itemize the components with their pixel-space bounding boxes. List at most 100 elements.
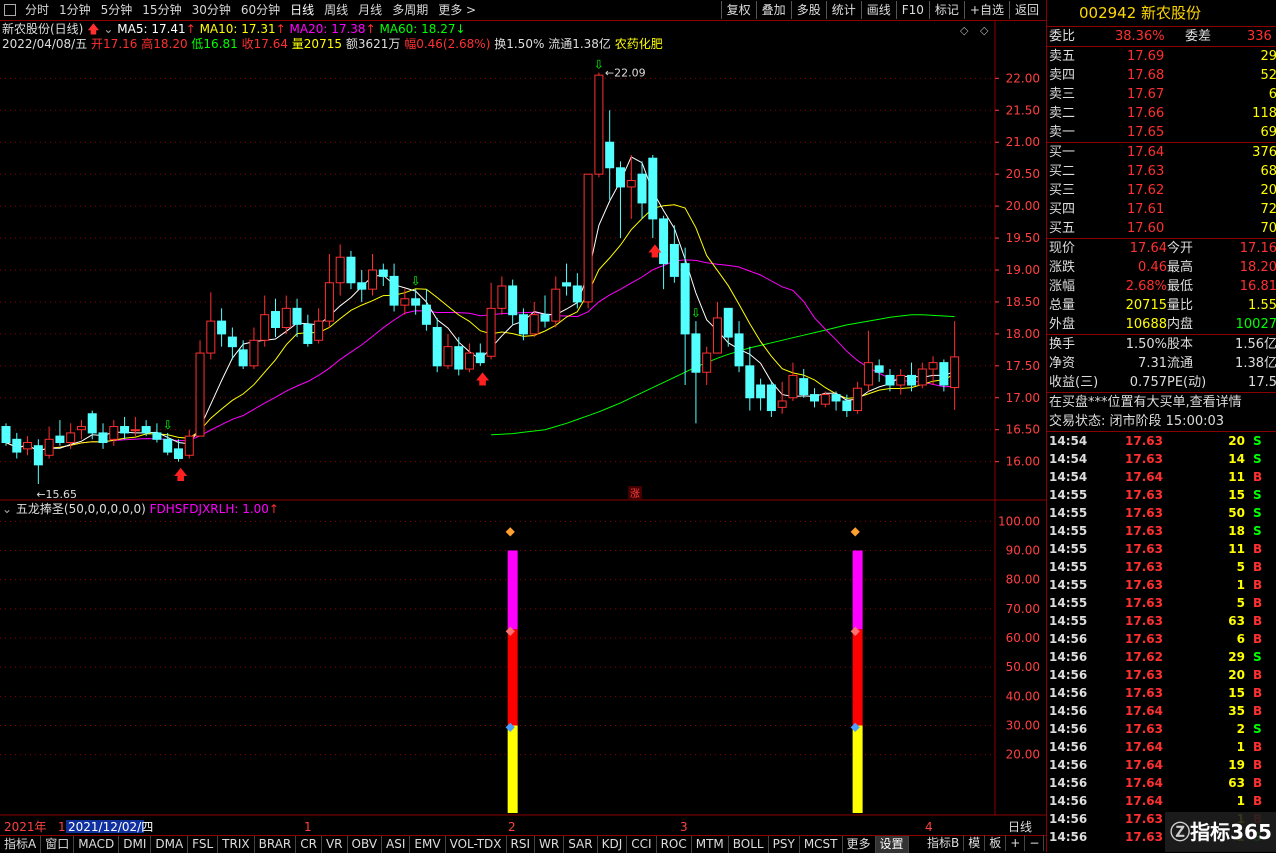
indicator-b-button[interactable]: 模	[964, 835, 986, 851]
candle-body	[810, 394, 819, 402]
level-volume: 118	[1252, 106, 1276, 121]
period-tab[interactable]: 30分钟	[187, 2, 236, 18]
indicator-tab[interactable]: DMI	[119, 836, 152, 853]
indicator-tab[interactable]: EMV	[410, 836, 446, 853]
bid-row[interactable]: 买五 17.60 70	[1047, 219, 1276, 238]
candle-body	[260, 314, 270, 341]
indicator-tab[interactable]: 更多	[843, 836, 876, 853]
indicator-tab[interactable]: MACD	[74, 836, 120, 853]
bid-row[interactable]: 买四 17.61 72	[1047, 200, 1276, 219]
period-tab[interactable]: 周线	[319, 2, 353, 18]
bid-row[interactable]: 买二 17.63 68	[1047, 162, 1276, 181]
bid-row[interactable]: 买一 17.64 376	[1047, 143, 1276, 162]
level-volume: 376	[1252, 145, 1276, 160]
time-axis-label: 1	[304, 820, 312, 834]
toolbar-button[interactable]: +自选	[963, 1, 1009, 19]
indicator-tab[interactable]: VR	[322, 836, 348, 853]
indicator-tab[interactable]: KDJ	[598, 836, 628, 853]
stat-row: 现价 17.64 今开 17.16	[1049, 241, 1276, 256]
level-volume: 68	[1260, 164, 1276, 179]
indicator-tab[interactable]: TRIX	[218, 836, 255, 853]
indicator-title[interactable]: 五龙捧圣(50,0,0,0,0,0)	[16, 502, 146, 516]
indicator-tab[interactable]: BOLL	[729, 836, 769, 853]
toolbar-button[interactable]: 多股	[790, 1, 826, 19]
candle-body	[1, 426, 11, 443]
toolbar-button[interactable]: 标记	[928, 1, 964, 19]
indicator-tab[interactable]: PSY	[769, 836, 800, 853]
candle-body	[324, 282, 334, 322]
window-menu-icon[interactable]	[4, 4, 16, 16]
logo-icon: Ⓩ	[1170, 820, 1191, 844]
indicator-b-button[interactable]: 板	[985, 835, 1007, 851]
diamond-icon[interactable]: ◇	[960, 24, 969, 37]
indicator-tab[interactable]: FSL	[188, 836, 219, 853]
candle-body	[605, 141, 615, 169]
period-tab[interactable]: 15分钟	[137, 2, 186, 18]
candle-body	[885, 374, 895, 386]
bid-row[interactable]: 买三 17.62 20	[1047, 181, 1276, 200]
indicator-tab[interactable]: 设置	[875, 836, 909, 853]
candle-body	[443, 346, 453, 367]
period-tab[interactable]: 60分钟	[236, 2, 285, 18]
indicator-tab[interactable]: CCI	[627, 836, 657, 853]
indicator-tab[interactable]: 窗口	[41, 836, 75, 853]
indicator-tab[interactable]: VOL-TDX	[446, 836, 507, 853]
ask-row[interactable]: 卖五 17.69 29	[1047, 47, 1276, 66]
period-tab[interactable]: 5分钟	[96, 2, 138, 18]
indicator-tab[interactable]: 指标A	[0, 836, 42, 853]
crosshair-icon[interactable]: ◇	[980, 24, 989, 37]
tick-row: 14:55 17.63 5 B	[1049, 560, 1263, 574]
ask-row[interactable]: 卖三 17.67 6	[1047, 85, 1276, 104]
toolbar-button[interactable]: 统计	[825, 1, 861, 19]
candle-body	[281, 307, 291, 329]
indicator-tab[interactable]: OBV	[348, 836, 383, 853]
toolbar-button[interactable]: 返回	[1008, 1, 1044, 19]
indicator-tab[interactable]: SAR	[564, 836, 598, 853]
indicator-b-button[interactable]: −	[1025, 835, 1045, 851]
time-axis-label: 4	[925, 820, 933, 834]
period-tab[interactable]: 多周期	[387, 2, 433, 18]
period-tab[interactable]: 更多 >	[433, 2, 481, 18]
stat-row: 收益(三) 0.757 PE(动) 17.5	[1049, 375, 1276, 390]
period-tab[interactable]: 1分钟	[54, 2, 96, 18]
toolbar-button[interactable]: 叠加	[755, 1, 791, 19]
candle-body	[152, 432, 162, 440]
indicator-menu-icon[interactable]: ⌄	[2, 502, 12, 516]
indicator-tab[interactable]: ROC	[657, 836, 692, 853]
level-label: 卖三	[1049, 87, 1076, 102]
indicator-tick-label: 80.00	[1006, 573, 1040, 587]
period-tab[interactable]: 月线	[353, 2, 387, 18]
tick-list[interactable]: 14:54 17.63 20 S 14:54 17.63 14 S 14:54 17.64 11 B 1…	[1047, 432, 1276, 846]
notice[interactable]: 在买盘***位置有大买单,查看详情	[1047, 393, 1276, 412]
toolbar-button[interactable]: 复权	[720, 1, 756, 19]
indicator-tab[interactable]: BRAR	[255, 836, 297, 853]
indicator-tick-label: 90.00	[1006, 544, 1040, 558]
kline-chart[interactable]: 22.00 21.50 21.00 20.50 20.00 19.50 19.00 18.50…	[0, 20, 1046, 835]
candle-body	[173, 448, 183, 459]
ask-row[interactable]: 卖一 17.65 69	[1047, 123, 1276, 142]
toolbar-button[interactable]: 画线	[860, 1, 896, 19]
indicator-tab[interactable]: MTM	[692, 836, 729, 853]
indicator-b-button[interactable]: 指标B	[923, 835, 965, 851]
candle-body	[184, 435, 194, 456]
ask-row[interactable]: 卖四 17.68 52	[1047, 66, 1276, 85]
candle-body	[120, 426, 130, 434]
indicator-b-button[interactable]: +	[1006, 835, 1026, 851]
indicator-bar-magenta	[507, 550, 518, 630]
indicator-tab[interactable]: RSI	[507, 836, 536, 853]
indicator-tab[interactable]: CR	[296, 836, 322, 853]
ask-row[interactable]: 卖二 17.66 118	[1047, 104, 1276, 123]
tick-row: 14:54 17.63 14 S	[1049, 452, 1262, 466]
price-tick-label: 19.50	[1006, 231, 1040, 245]
indicator-tab[interactable]: ASI	[382, 836, 411, 853]
candle-body	[540, 314, 550, 322]
toolbar-button[interactable]: F10	[895, 1, 929, 19]
ma60-line	[491, 314, 955, 436]
indicator-tab[interactable]: DMA	[151, 836, 189, 853]
indicator-tab[interactable]: MCST	[800, 836, 843, 853]
level-volume: 72	[1260, 202, 1276, 217]
period-tab[interactable]: 分时	[20, 2, 54, 18]
indicator-tab[interactable]: WR	[535, 836, 565, 853]
period-tab[interactable]: 日线	[285, 2, 319, 18]
candle-body	[389, 275, 399, 306]
